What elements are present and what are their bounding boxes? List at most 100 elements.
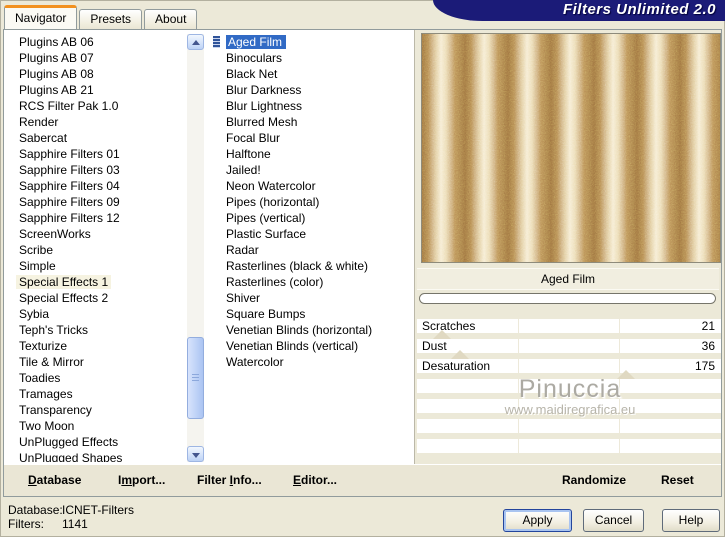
category-item-label: Sapphire Filters 03 (19, 163, 120, 177)
filter-item[interactable]: Jailed! (210, 162, 413, 178)
slider-thumb[interactable] (450, 350, 469, 359)
category-item-label: Sybia (19, 307, 50, 321)
slider-thumb[interactable] (616, 370, 635, 379)
category-item[interactable]: Scribe (7, 242, 186, 258)
filter-item[interactable]: Blurred Mesh (210, 114, 413, 130)
category-item[interactable]: Special Effects 2 (7, 290, 186, 306)
category-item[interactable]: Render (7, 114, 186, 130)
category-item[interactable]: Plugins AB 21 (7, 82, 186, 98)
category-item-label: Plugins AB 07 (19, 51, 94, 65)
progress-bar (419, 293, 716, 304)
filter-item[interactable]: Rasterlines (color) (210, 274, 413, 290)
scroll-up-icon[interactable] (187, 34, 204, 50)
category-item[interactable]: Texturize (7, 338, 186, 354)
category-item-label: Scribe (19, 243, 54, 257)
slider-track[interactable]: Scratches 21 (417, 319, 721, 333)
category-item[interactable]: Sapphire Filters 04 (7, 178, 186, 194)
category-item[interactable]: Simple (7, 258, 186, 274)
menu-import[interactable]: Import... (118, 465, 165, 495)
slider-track-empty[interactable] (417, 439, 721, 453)
category-item-label: Special Effects 1 (16, 275, 112, 289)
category-item[interactable]: Plugins AB 07 (7, 50, 186, 66)
tab-presets[interactable]: Presets (79, 9, 143, 29)
filter-item-label: Binoculars (226, 51, 283, 65)
preview-image[interactable] (421, 33, 721, 263)
filter-item[interactable]: Shiver (210, 290, 413, 306)
category-item-label: Sapphire Filters 01 (19, 147, 120, 161)
menu-editor[interactable]: Editor... (293, 465, 337, 495)
filter-item[interactable]: Pipes (vertical) (210, 210, 413, 226)
menu-filter-info[interactable]: Filter Info... (197, 465, 262, 495)
filter-item[interactable]: Venetian Blinds (horizontal) (210, 322, 413, 338)
window-title: Filters Unlimited 2.0 (562, 1, 716, 18)
filter-item[interactable]: Aged Film (210, 34, 413, 50)
category-item[interactable]: Special Effects 1 (7, 274, 186, 290)
help-button[interactable]: Help (662, 509, 720, 532)
category-item[interactable]: Two Moon (7, 418, 186, 434)
category-item[interactable]: Sabercat (7, 130, 186, 146)
reset-button[interactable]: Reset (661, 465, 694, 495)
slider-track-empty[interactable] (417, 419, 721, 433)
tab-about[interactable]: About (144, 9, 198, 29)
category-item[interactable]: Plugins AB 08 (7, 66, 186, 82)
filter-item[interactable]: Black Net (210, 66, 413, 82)
category-item[interactable]: Sybia (7, 306, 186, 322)
category-item[interactable]: RCS Filter Pak 1.0 (7, 98, 186, 114)
filter-item[interactable]: Focal Blur (210, 130, 413, 146)
filter-item[interactable]: Square Bumps (210, 306, 413, 322)
menu-database[interactable]: Database (28, 465, 81, 495)
tab-navigator[interactable]: Navigator (4, 5, 78, 29)
category-item-label: Render (19, 115, 59, 129)
category-item[interactable]: Teph's Tricks (7, 322, 186, 338)
category-item[interactable]: Plugins AB 06 (7, 34, 186, 50)
slider-label: Dust (422, 339, 447, 353)
category-item-label: Plugins AB 08 (19, 67, 94, 81)
category-item[interactable]: Sapphire Filters 09 (7, 194, 186, 210)
bottom-menu-strip: Randomize Reset Database Import... Filter … (4, 464, 721, 496)
category-item[interactable]: Tile & Mirror (7, 354, 186, 370)
filter-item[interactable]: Halftone (210, 146, 413, 162)
filter-item[interactable]: Watercolor (210, 354, 413, 370)
scrollbar-thumb[interactable] (187, 337, 204, 419)
category-item[interactable]: Toadies (7, 370, 186, 386)
filter-item[interactable]: Neon Watercolor (210, 178, 413, 194)
category-item[interactable]: UnPlugged Effects (7, 434, 186, 450)
filter-item[interactable]: Rasterlines (black & white) (210, 258, 413, 274)
tab-bar: Navigator Presets About (4, 5, 198, 29)
filter-item-label: Radar (226, 243, 259, 257)
apply-button[interactable]: Apply (503, 509, 572, 532)
category-scrollbar[interactable] (187, 34, 204, 462)
randomize-button[interactable]: Randomize (562, 465, 626, 495)
filter-item-label: Jailed! (226, 163, 261, 177)
category-item-label: Special Effects 2 (19, 291, 109, 305)
category-item[interactable]: Sapphire Filters 12 (7, 210, 186, 226)
category-item[interactable]: Sapphire Filters 03 (7, 162, 186, 178)
slider: Scratches 21 (417, 319, 721, 339)
category-item[interactable]: Sapphire Filters 01 (7, 146, 186, 162)
scroll-down-icon[interactable] (187, 446, 204, 462)
category-item-label: Teph's Tricks (19, 323, 88, 337)
cancel-button[interactable]: Cancel (583, 509, 644, 532)
filter-item[interactable]: Venetian Blinds (vertical) (210, 338, 413, 354)
filter-list: Aged Film Binoculars Black Net Blur Darknes… (210, 34, 413, 462)
filter-item[interactable]: Radar (210, 242, 413, 258)
category-item[interactable]: UnPlugged Shapes (7, 450, 186, 462)
category-item-label: Tile & Mirror (19, 355, 84, 369)
slider-label: Desaturation (422, 359, 491, 373)
filter-item-label: Venetian Blinds (horizontal) (226, 323, 373, 337)
category-item[interactable]: Tramages (7, 386, 186, 402)
slider (417, 439, 721, 459)
filter-item[interactable]: Plastic Surface (210, 226, 413, 242)
filter-item-label: Venetian Blinds (vertical) (226, 339, 359, 353)
filter-item-label: Blur Darkness (226, 83, 302, 97)
category-item[interactable]: ScreenWorks (7, 226, 186, 242)
filter-item[interactable]: Blur Darkness (210, 82, 413, 98)
category-item[interactable]: Transparency (7, 402, 186, 418)
filter-item-label: Rasterlines (color) (226, 275, 324, 289)
filter-item[interactable]: Pipes (horizontal) (210, 194, 413, 210)
filter-item[interactable]: Binoculars (210, 50, 413, 66)
category-item-label: ScreenWorks (19, 227, 91, 241)
filter-item[interactable]: Blur Lightness (210, 98, 413, 114)
slider-thumb[interactable] (433, 330, 452, 339)
slider-track[interactable]: Desaturation 175 (417, 359, 721, 373)
